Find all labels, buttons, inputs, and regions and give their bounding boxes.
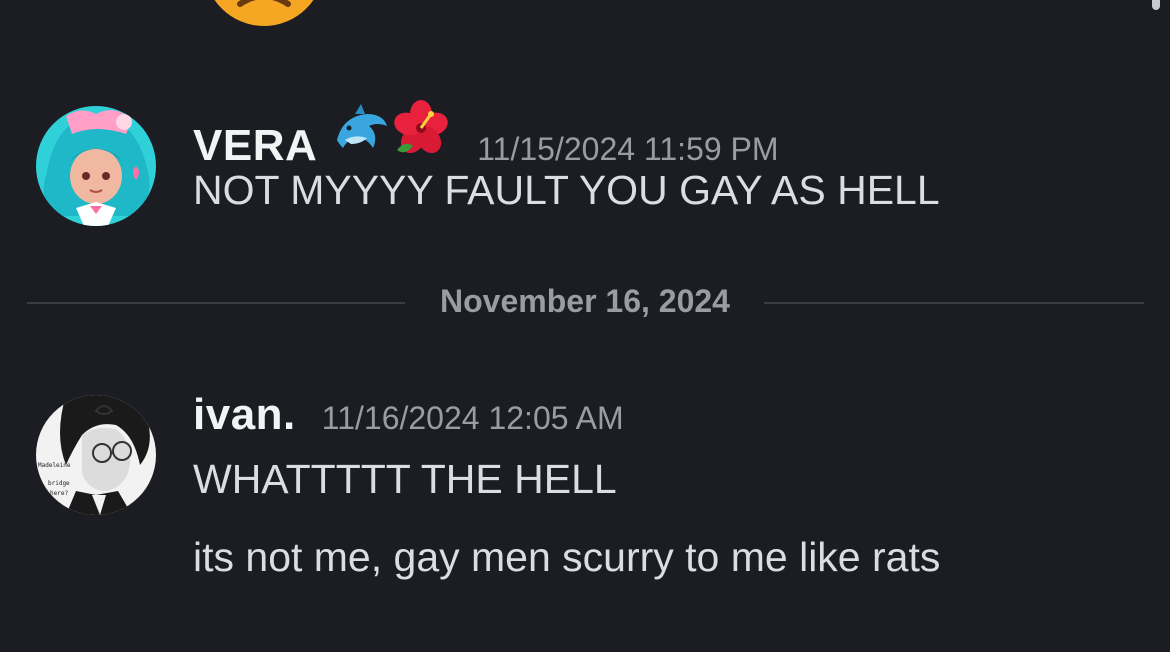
- scrollbar-thumb[interactable]: [1152, 0, 1160, 10]
- angry-face-emoji-icon: [205, 0, 323, 26]
- avatar-text-line: here?: [50, 490, 68, 497]
- hibiscus-emoji-icon: [391, 100, 451, 165]
- message-text: WHATTTTT THE HELL: [193, 456, 617, 502]
- message-timestamp: 11/15/2024 11:59 PM: [477, 131, 779, 167]
- avatar-text-line: bridge: [48, 480, 70, 487]
- message-text: NOT MYYYY FAULT YOU GAY AS HELL: [193, 167, 940, 213]
- dolphin-emoji-icon: [333, 104, 389, 165]
- message-text: its not me, gay men scurry to me like ra…: [193, 534, 941, 580]
- username-vera[interactable]: VERA: [193, 121, 317, 171]
- message-timestamp: 11/16/2024 12:05 AM: [321, 400, 624, 436]
- avatar-vera[interactable]: [36, 106, 156, 226]
- avatar-text-line: Madeleine: [38, 462, 71, 469]
- date-divider-label: November 16, 2024: [440, 283, 730, 319]
- avatar-ivan[interactable]: Madeleine bridge here?: [36, 395, 156, 515]
- username-ivan[interactable]: ivan.: [193, 390, 296, 440]
